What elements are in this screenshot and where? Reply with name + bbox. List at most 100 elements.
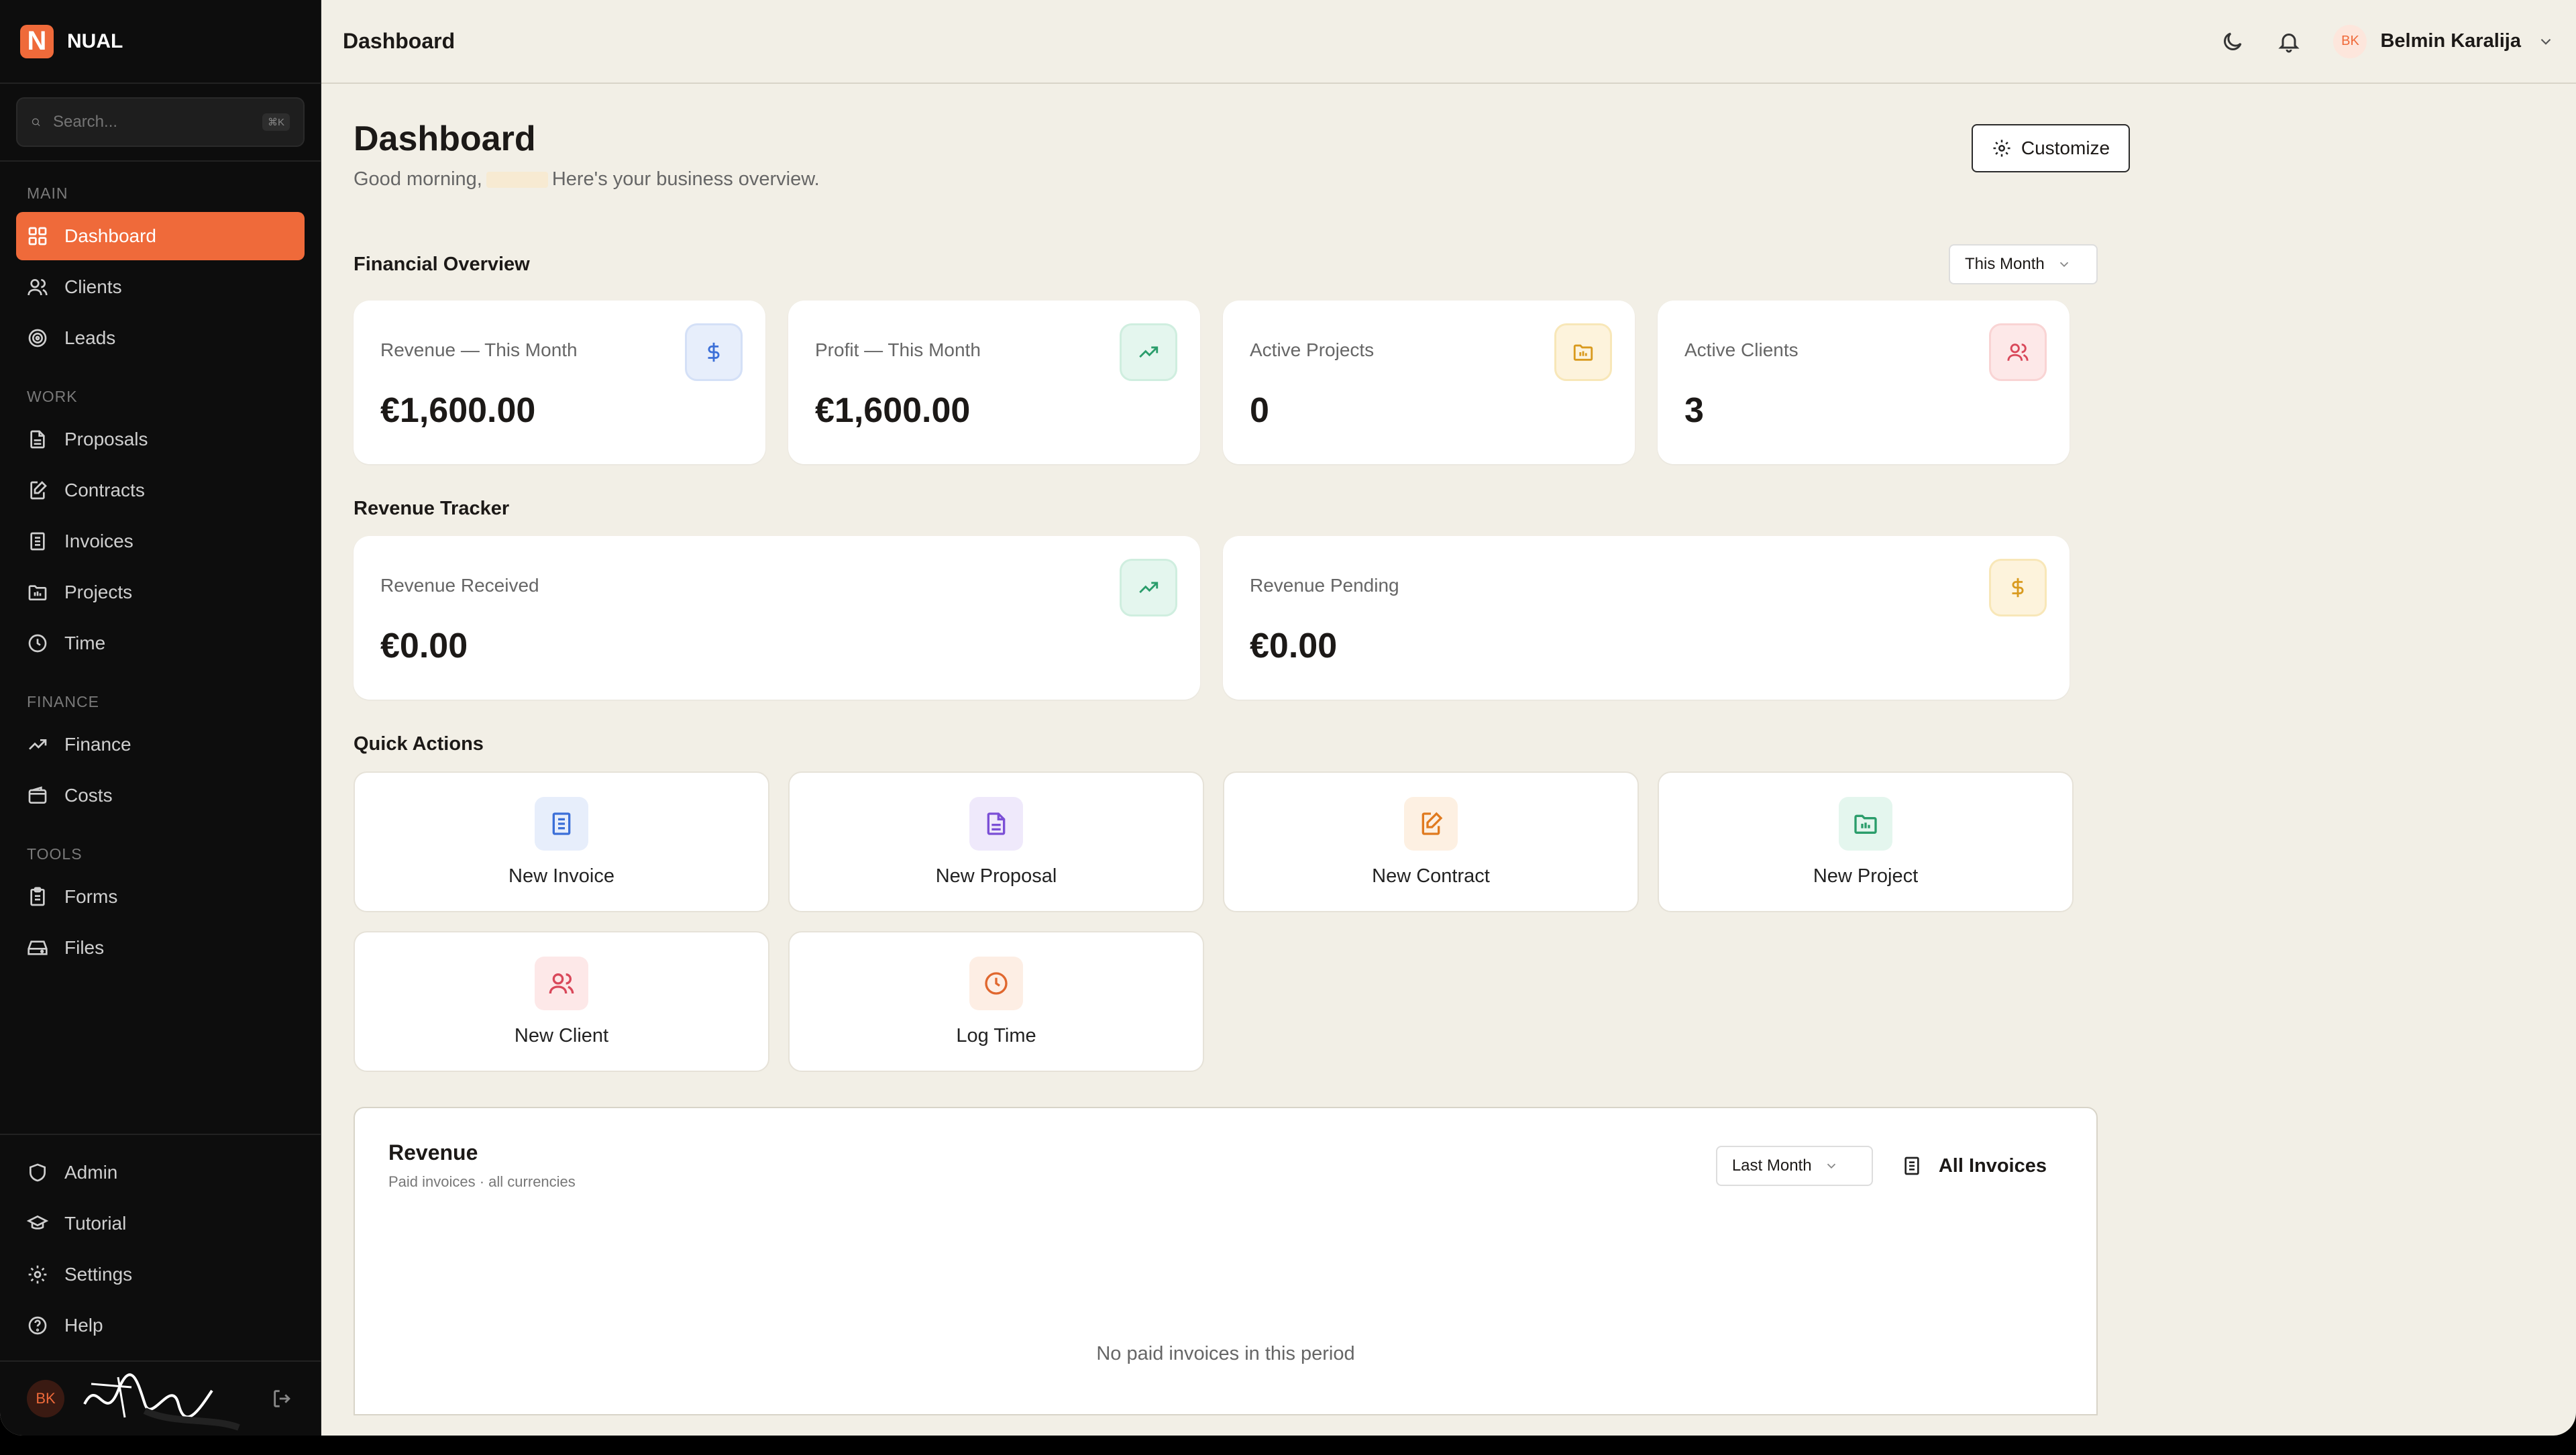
card-profit-month[interactable]: Profit — This Month €1,600.00: [788, 301, 1200, 464]
revenue-period-select[interactable]: Last Month: [1715, 1146, 1873, 1186]
card-revenue-month[interactable]: Revenue — This Month €1,600.00: [354, 301, 765, 464]
customize-label: Customize: [2021, 138, 2110, 158]
new-invoice-button[interactable]: New Invoice: [354, 771, 769, 912]
sidebar-item-settings[interactable]: Settings: [16, 1250, 305, 1299]
sidebar-user-row[interactable]: BK: [0, 1360, 321, 1436]
folder-icon: [27, 582, 48, 603]
logout-icon[interactable]: [271, 1387, 294, 1410]
topbar-title: Dashboard: [343, 29, 455, 53]
section-label-main: MAIN: [27, 184, 68, 202]
receipt-icon: [535, 796, 588, 851]
avatar[interactable]: BK: [2333, 24, 2367, 58]
sidebar-item-leads[interactable]: Leads: [16, 314, 305, 362]
log-time-button[interactable]: Log Time: [788, 931, 1204, 1072]
gear-icon: [1993, 140, 2010, 157]
sidebar-item-costs[interactable]: Costs: [16, 771, 305, 820]
card-revenue-received[interactable]: Revenue Received €0.00: [354, 536, 1200, 700]
page-title: Dashboard: [354, 119, 536, 158]
card-label: Revenue Received: [380, 575, 539, 596]
greeting-suffix: Here's your business overview.: [551, 168, 820, 190]
sidebar-item-proposals[interactable]: Proposals: [16, 415, 305, 464]
card-value: €1,600.00: [380, 391, 536, 430]
sidebar-item-invoices[interactable]: Invoices: [16, 517, 305, 565]
quick-action-label: New Proposal: [935, 865, 1057, 887]
signature-image: [78, 1364, 271, 1434]
search-wrapper: ⌘K: [0, 84, 321, 162]
sidebar-item-forms[interactable]: Forms: [16, 873, 305, 921]
app-window: N NUAL ⌘K MAIN Dashboard Clients Leads W…: [0, 0, 2576, 1436]
topbar: Dashboard BK Belmin Karalija: [321, 0, 2576, 84]
user-name[interactable]: Belmin Karalija: [2380, 30, 2521, 52]
folder-icon: [1839, 796, 1892, 851]
drive-icon: [27, 937, 48, 959]
sidebar-item-label: Settings: [64, 1264, 133, 1285]
users-icon: [27, 276, 48, 298]
avatar: BK: [27, 1380, 64, 1417]
quick-action-label: New Invoice: [508, 865, 614, 887]
edit-document-icon: [1404, 796, 1458, 851]
sidebar: N NUAL ⌘K MAIN Dashboard Clients Leads W…: [0, 0, 321, 1436]
search-input[interactable]: [51, 112, 262, 132]
sidebar-item-label: Dashboard: [64, 225, 156, 246]
new-client-button[interactable]: New Client: [354, 931, 769, 1072]
greeting: Good morning, Here's your business overvi…: [354, 168, 2098, 191]
sidebar-item-label: Forms: [64, 886, 118, 907]
sidebar-item-dashboard[interactable]: Dashboard: [16, 212, 305, 260]
sidebar-item-label: Contracts: [64, 480, 145, 500]
edit-document-icon: [27, 480, 48, 501]
clock-icon: [27, 633, 48, 654]
financial-overview-header: Financial Overview This Month: [354, 244, 2098, 284]
greeting-prefix: Good morning,: [354, 168, 482, 190]
wallet-icon: [27, 785, 48, 806]
search-box[interactable]: ⌘K: [16, 97, 305, 147]
all-invoices-link[interactable]: All Invoices: [1901, 1155, 2047, 1177]
brand[interactable]: N NUAL: [0, 0, 321, 84]
sidebar-item-tutorial[interactable]: Tutorial: [16, 1199, 305, 1248]
section-label-work: WORK: [27, 388, 78, 405]
dollar-icon: [1989, 559, 2047, 616]
clock-icon: [969, 956, 1023, 1010]
trend-icon: [1120, 323, 1177, 381]
section-label-finance: FINANCE: [27, 693, 99, 710]
grid-icon: [27, 225, 48, 247]
quick-action-label: Log Time: [956, 1024, 1036, 1046]
sidebar-item-contracts[interactable]: Contracts: [16, 466, 305, 515]
customize-button[interactable]: Customize: [1972, 124, 2130, 172]
card-revenue-pending[interactable]: Revenue Pending €0.00: [1223, 536, 2070, 700]
sidebar-item-files[interactable]: Files: [16, 924, 305, 972]
main-area: Dashboard BK Belmin Karalija Dashboard G…: [321, 0, 2576, 1436]
topbar-actions: BK Belmin Karalija: [2220, 24, 2555, 58]
sidebar-item-label: Help: [64, 1315, 103, 1336]
card-active-clients[interactable]: Active Clients 3: [1658, 301, 2070, 464]
sidebar-item-label: Clients: [64, 276, 122, 297]
new-contract-button[interactable]: New Contract: [1223, 771, 1639, 912]
new-proposal-button[interactable]: New Proposal: [788, 771, 1204, 912]
clipboard-icon: [27, 886, 48, 908]
sidebar-item-admin[interactable]: Admin: [16, 1148, 305, 1197]
moon-icon[interactable]: [2220, 30, 2245, 54]
sidebar-item-projects[interactable]: Projects: [16, 568, 305, 616]
search-icon: [32, 118, 40, 127]
revenue-panel: Revenue Paid invoices · all currencies L…: [354, 1107, 2098, 1415]
period-select[interactable]: This Month: [1949, 244, 2098, 284]
card-value: 3: [1684, 391, 1704, 430]
revenue-empty-state: No paid invoices in this period: [1096, 1343, 1355, 1364]
receipt-icon: [1904, 1156, 1919, 1175]
sidebar-item-label: Finance: [64, 734, 131, 755]
sidebar-item-time[interactable]: Time: [16, 619, 305, 667]
sidebar-item-finance[interactable]: Finance: [16, 720, 305, 769]
new-project-button[interactable]: New Project: [1658, 771, 2074, 912]
section-title-quick-actions: Quick Actions: [354, 733, 484, 755]
all-invoices-label: All Invoices: [1938, 1154, 2047, 1177]
dollar-icon: [685, 323, 743, 381]
sidebar-item-clients[interactable]: Clients: [16, 263, 305, 311]
card-active-projects[interactable]: Active Projects 0: [1223, 301, 1635, 464]
users-icon: [1989, 323, 2047, 381]
chevron-down-icon[interactable]: [2537, 33, 2555, 50]
quick-action-label: New Project: [1813, 865, 1919, 887]
bell-icon[interactable]: [2277, 30, 2301, 54]
sidebar-item-label: Projects: [64, 582, 133, 602]
help-icon: [27, 1315, 48, 1336]
quick-action-label: New Client: [514, 1024, 609, 1046]
sidebar-item-help[interactable]: Help: [16, 1301, 305, 1350]
